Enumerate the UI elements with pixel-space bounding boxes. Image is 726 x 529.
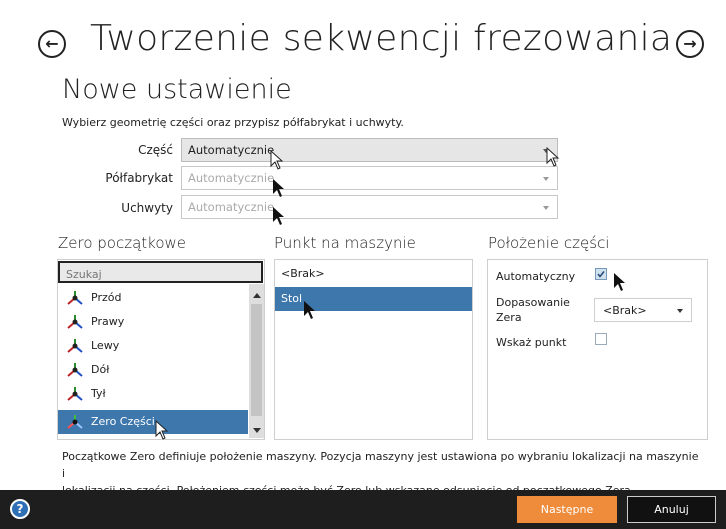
machine-point-heading: Punkt na maszynie [274, 234, 416, 252]
fixtures-value: Automatycznie [188, 200, 275, 214]
fixtures-label: Uchwyty [121, 201, 173, 215]
list-item-label: Przód [91, 291, 122, 304]
zero-match-value: <Brak> [603, 304, 647, 317]
automatic-checkbox[interactable] [595, 268, 607, 280]
instruction-text: Wybierz geometrię części oraz przypisz p… [62, 116, 404, 129]
list-item-label: Prawy [91, 315, 125, 328]
zero-heading: Zero początkowe [58, 234, 187, 252]
cursor-icon [155, 420, 169, 440]
cursor-icon [546, 147, 560, 167]
stock-label: Półfabrykat [105, 171, 173, 185]
cursor-icon [273, 179, 284, 197]
coordinate-axes-icon [67, 363, 83, 377]
coordinate-axes-icon [67, 339, 83, 353]
next-button[interactable]: Następne [517, 496, 617, 523]
list-item-label: Dół [91, 363, 110, 376]
list-item-label: Lewy [91, 339, 120, 352]
cursor-icon [304, 301, 315, 319]
list-item-back[interactable]: Tył [58, 382, 248, 406]
help-icon[interactable]: ? [10, 499, 30, 519]
chevron-down-icon [543, 177, 549, 181]
machine-item-none[interactable]: <Brak> [275, 262, 472, 286]
zero-match-dropdown[interactable]: <Brak> [594, 298, 692, 322]
machine-item-label: Stol [281, 292, 303, 305]
list-item-left[interactable]: Lewy [58, 334, 248, 358]
coordinate-axes-icon [67, 387, 83, 401]
cursor-icon [270, 150, 284, 170]
cursor-icon [614, 273, 625, 291]
part-value: Automatycznie [188, 143, 275, 157]
scroll-up-icon[interactable] [249, 288, 264, 302]
scroll-down-icon[interactable] [249, 423, 264, 437]
list-item-label: Tył [91, 387, 106, 400]
check-icon [597, 271, 605, 278]
description-line-1: Początkowe Zero definiuje położenie masz… [62, 450, 699, 480]
cursor-icon [273, 207, 284, 225]
coordinate-axes-icon [67, 291, 83, 305]
forward-arrow-icon[interactable]: → [676, 30, 704, 58]
part-position-panel [487, 259, 708, 440]
list-item-right[interactable]: Prawy [58, 310, 248, 334]
zero-match-label: Dopasowanie [496, 296, 570, 309]
scrollbar-thumb[interactable] [251, 304, 262, 416]
back-arrow-icon[interactable]: ← [38, 30, 66, 58]
coordinate-axes-icon [67, 315, 83, 329]
automatic-label: Automatyczny [496, 270, 576, 283]
list-item-front[interactable]: Przód [58, 286, 248, 310]
section-title: Nowe ustawienie [62, 74, 292, 105]
cancel-button[interactable]: Anuluj [627, 496, 716, 523]
search-input[interactable] [60, 265, 261, 284]
zero-match-label-2: Zera [496, 311, 522, 324]
stock-value: Automatycznie [188, 171, 275, 185]
show-point-label: Wskaż punkt [496, 336, 567, 349]
list-item-label: Zero Części [91, 415, 155, 428]
list-item-part-zero[interactable]: Zero Części [58, 410, 248, 434]
part-position-heading: Położenie części [488, 234, 610, 252]
part-label: Część [138, 143, 173, 157]
show-point-checkbox[interactable] [595, 333, 607, 345]
coordinate-axes-icon [67, 415, 83, 429]
chevron-down-icon [677, 309, 683, 313]
part-dropdown[interactable]: Automatycznie [181, 138, 558, 162]
list-item-bottom[interactable]: Dół [58, 358, 248, 382]
stock-dropdown: Automatycznie [181, 166, 558, 190]
footer-bar [0, 490, 726, 529]
chevron-down-icon [543, 206, 549, 210]
search-field[interactable] [58, 261, 263, 284]
machine-item-label: <Brak> [281, 267, 325, 280]
fixtures-dropdown: Automatycznie [181, 195, 558, 219]
page-title: Tworzenie sekwencji frezowania [90, 18, 673, 59]
